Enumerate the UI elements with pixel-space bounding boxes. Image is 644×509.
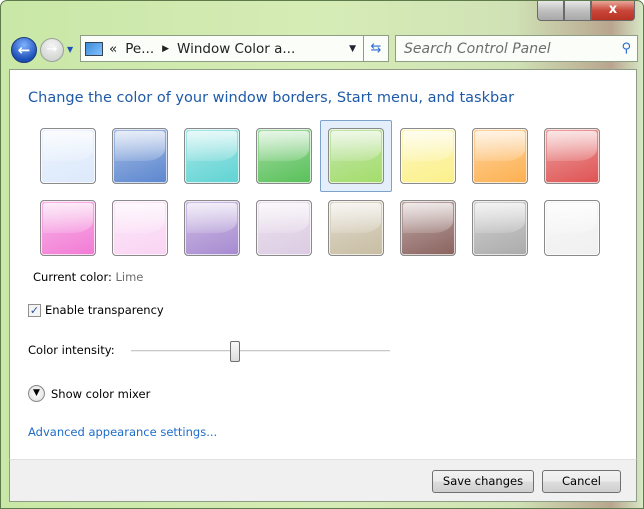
color-swatch[interactable]: [40, 128, 96, 184]
transparency-label[interactable]: Enable transparency: [45, 303, 164, 317]
breadcrumb-overflow[interactable]: «: [109, 41, 117, 57]
color-swatch[interactable]: [256, 200, 312, 256]
checkbox-checked-icon[interactable]: ✓: [28, 303, 41, 317]
back-button[interactable]: ←: [11, 37, 37, 63]
color-swatch[interactable]: [328, 128, 384, 184]
transparency-checkbox[interactable]: ✓ Enable transparency: [28, 303, 164, 317]
color-swatch[interactable]: [184, 128, 240, 184]
color-swatch[interactable]: [472, 200, 528, 256]
content-pane: Change the color of your window borders,…: [9, 69, 637, 459]
color-swatch[interactable]: [112, 128, 168, 184]
save-changes-button[interactable]: Save changes: [432, 470, 534, 493]
search-icon[interactable]: ⚲: [621, 41, 631, 56]
window-frame: x ← → ▼ « Pe... ▶ Window Color a... ▼ ⇆ …: [0, 0, 644, 509]
caption-buttons: x: [537, 1, 635, 21]
color-swatch[interactable]: [400, 200, 456, 256]
button-bar: Save changes Cancel: [9, 459, 637, 502]
minimize-button[interactable]: [537, 1, 564, 21]
chevron-right-icon[interactable]: ▶: [162, 44, 169, 54]
mixer-label[interactable]: Show color mixer: [51, 387, 150, 401]
address-bar[interactable]: « Pe... ▶ Window Color a... ▼: [80, 35, 364, 62]
color-swatch[interactable]: [544, 200, 600, 256]
color-swatch[interactable]: [544, 128, 600, 184]
color-swatch[interactable]: [184, 200, 240, 256]
intensity-slider-thumb[interactable]: [229, 341, 240, 362]
search-input[interactable]: Search Control Panel ⚲: [395, 35, 638, 62]
current-color-value: Lime: [115, 270, 144, 284]
show-color-mixer-button[interactable]: ▼ Show color mixer: [28, 385, 150, 402]
intensity-slider-track[interactable]: [131, 350, 390, 352]
page-title: Change the color of your window borders,…: [28, 90, 515, 106]
refresh-button[interactable]: ⇆: [364, 35, 389, 62]
color-swatch[interactable]: [400, 128, 456, 184]
search-placeholder: Search Control Panel: [404, 40, 551, 57]
cancel-button[interactable]: Cancel: [542, 470, 621, 493]
color-swatch[interactable]: [40, 200, 96, 256]
forward-button[interactable]: →: [40, 38, 64, 62]
arrow-right-icon: →: [46, 42, 58, 57]
close-button[interactable]: x: [591, 1, 635, 21]
color-swatch[interactable]: [472, 128, 528, 184]
intensity-label: Color intensity:: [28, 343, 115, 357]
recent-pages-dropdown[interactable]: ▼: [67, 45, 73, 54]
control-panel-icon: [85, 41, 103, 56]
color-swatch[interactable]: [256, 128, 312, 184]
current-color: Current color: Lime: [33, 270, 143, 284]
advanced-appearance-link[interactable]: Advanced appearance settings...: [28, 425, 217, 439]
breadcrumb-item[interactable]: Pe...: [125, 41, 154, 57]
maximize-button[interactable]: [564, 1, 591, 21]
arrow-left-icon: ←: [17, 41, 31, 59]
breadcrumb-item[interactable]: Window Color a...: [177, 41, 295, 57]
color-swatch[interactable]: [328, 200, 384, 256]
address-dropdown-icon[interactable]: ▼: [349, 44, 356, 54]
current-color-label: Current color:: [33, 270, 112, 284]
chevron-down-icon[interactable]: ▼: [28, 385, 45, 402]
refresh-icon: ⇆: [370, 41, 382, 56]
color-swatch[interactable]: [112, 200, 168, 256]
